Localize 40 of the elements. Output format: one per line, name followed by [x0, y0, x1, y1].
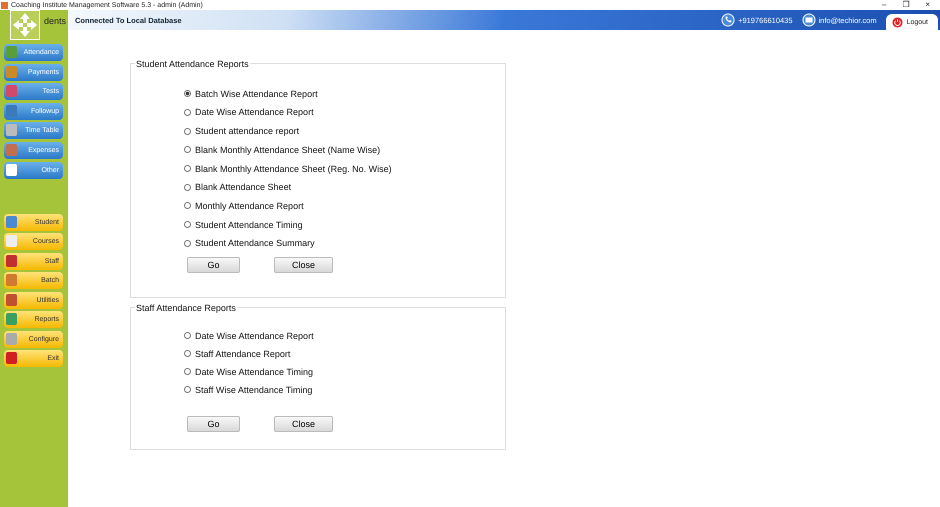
window-control-button[interactable]: × — [921, 0, 934, 10]
radio-button[interactable] — [184, 350, 191, 358]
radio-option[interactable]: Staff Wise Attendance Timing — [184, 383, 505, 396]
phone-icon — [721, 13, 736, 27]
app-icon — [1, 2, 8, 8]
radio-button[interactable] — [184, 332, 191, 340]
page-title: dents — [44, 16, 66, 26]
radio-button[interactable] — [184, 146, 191, 154]
radio-option[interactable]: Date Wise Attendance Timing — [184, 365, 505, 378]
mail-icon — [802, 13, 816, 27]
radio-option[interactable]: Date Wise Attendance Report — [184, 106, 505, 120]
radio-option[interactable]: Staff Attendance Report — [184, 347, 505, 360]
radio-button[interactable] — [184, 221, 191, 228]
radio-option[interactable]: Blank Monthly Attendance Sheet (Reg. No. Wise) — [184, 162, 505, 176]
power-icon — [892, 16, 903, 28]
action-button[interactable]: Go — [187, 257, 240, 273]
radio-button[interactable] — [184, 368, 191, 376]
radio-option[interactable]: Student Attendance Summary — [184, 236, 505, 250]
radio-button[interactable] — [184, 165, 191, 172]
action-button[interactable]: Go — [187, 416, 240, 432]
radio-option[interactable]: Student Attendance Timing — [184, 218, 505, 232]
radio-button[interactable] — [184, 240, 191, 247]
radio-option[interactable]: Monthly Attendance Report — [184, 199, 505, 213]
radio-option[interactable]: Date Wise Attendance Report — [184, 329, 505, 342]
radio-button[interactable] — [184, 90, 191, 98]
group-title: Student Attendance Reports — [135, 59, 250, 69]
radio-button[interactable] — [184, 184, 191, 191]
radio-button[interactable] — [184, 202, 191, 210]
window-control-button[interactable]: ❐ — [898, 0, 914, 10]
action-button[interactable]: Close — [274, 416, 333, 432]
radio-button[interactable] — [184, 128, 191, 135]
action-button[interactable]: Close — [274, 257, 333, 273]
window-control-button[interactable]: – — [878, 0, 890, 10]
radio-option[interactable]: Blank Attendance Sheet — [184, 180, 505, 194]
radio-option[interactable]: Blank Monthly Attendance Sheet (Name Wise) — [184, 143, 505, 157]
group-title: Staff Attendance Reports — [135, 303, 237, 313]
radio-button[interactable] — [184, 386, 191, 394]
radio-option[interactable]: Student attendance report — [184, 124, 505, 138]
radio-button[interactable] — [184, 108, 191, 116]
radio-option[interactable]: Batch Wise Attendance Report — [184, 87, 505, 100]
